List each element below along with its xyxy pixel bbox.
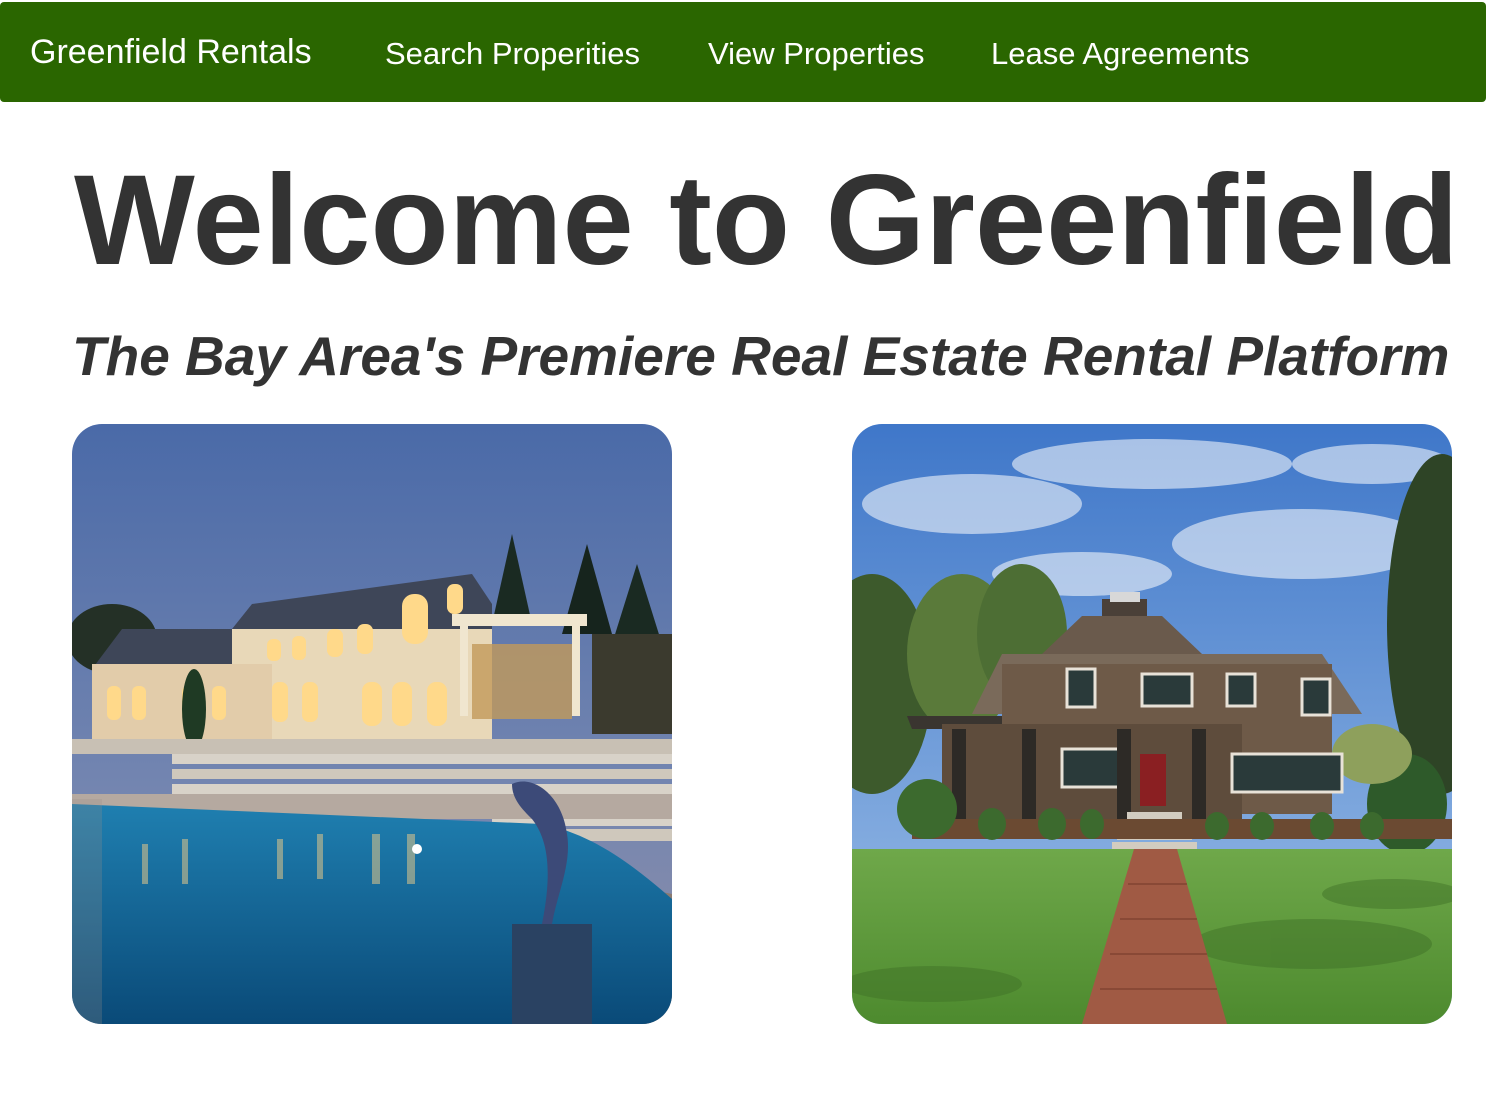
nav-search-properties[interactable]: Search Properities — [385, 34, 640, 74]
nav-lease-agreements[interactable]: Lease Agreements — [991, 34, 1250, 74]
mansion-pool-image — [72, 424, 672, 1024]
property-photo-craftsman[interactable] — [852, 424, 1452, 1024]
nav-view-properties[interactable]: View Properties — [708, 34, 925, 74]
hero-subtitle: The Bay Area's Premiere Real Estate Rent… — [72, 325, 1450, 387]
property-photo-mansion[interactable] — [72, 424, 672, 1024]
top-navbar: Greenfield Rentals Search Properities Vi… — [0, 2, 1486, 102]
hero-title: Welcome to Greenfield Rentals — [74, 149, 1486, 292]
brand-link[interactable]: Greenfield Rentals — [30, 32, 312, 72]
craftsman-house-image — [852, 424, 1452, 1024]
main-content: Welcome to Greenfield Rentals The Bay Ar… — [0, 102, 1486, 1100]
